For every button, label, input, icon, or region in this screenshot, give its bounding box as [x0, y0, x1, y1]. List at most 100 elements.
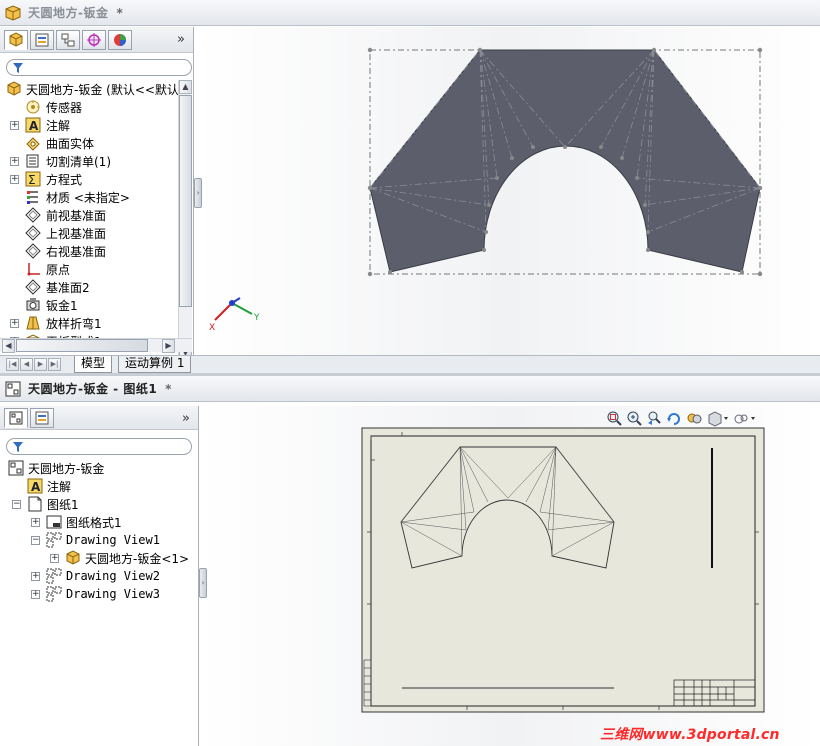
- last-tab-button[interactable]: ▶|: [48, 358, 61, 371]
- drawing-tree-item[interactable]: + Drawing View2: [0, 567, 198, 585]
- feature-tree-root[interactable]: 天圆地方-钣金 (默认<<默认: [0, 80, 179, 98]
- expand-node-button[interactable]: +: [10, 156, 19, 166]
- feature-tree-item[interactable]: + Σ 方程式: [0, 170, 178, 188]
- scroll-up-button[interactable]: ▲: [179, 80, 192, 94]
- drawing-window-titlebar[interactable]: 天圆地方-钣金 - 图纸1 *: [0, 376, 820, 402]
- drawing-tree-item[interactable]: + Drawing View3: [0, 585, 198, 603]
- panel-collapse-handle[interactable]: ›: [194, 178, 202, 208]
- property-manager-icon: [35, 33, 49, 46]
- feature-tree-item[interactable]: 传感器: [0, 98, 178, 116]
- sheet-metal-icon: [26, 298, 40, 311]
- drawing-panel-collapse-handle[interactable]: ›: [199, 568, 207, 598]
- feature-tree-item[interactable]: 原点: [0, 260, 178, 278]
- property-manager-icon: [35, 411, 49, 424]
- drawing-tree-root[interactable]: 天圆地方-钣金: [0, 459, 198, 477]
- tab-model[interactable]: 模型: [74, 356, 113, 373]
- prev-tab-button[interactable]: ◀: [20, 358, 33, 371]
- expand-node-button[interactable]: +: [10, 120, 19, 130]
- expand-node-button[interactable]: +: [50, 553, 59, 563]
- drawing-tree-item[interactable]: + 天圆地方-钣金<1>: [0, 549, 198, 567]
- drawing-tree-item-label: 注解: [47, 479, 72, 494]
- part-window-titlebar[interactable]: 天圆地方-钣金 *: [0, 0, 820, 26]
- expand-node-button[interactable]: +: [31, 589, 40, 599]
- next-tab-button[interactable]: ▶: [34, 358, 47, 371]
- drawing-view-icon: [46, 586, 62, 602]
- rebuild-icon[interactable]: [666, 410, 683, 427]
- plane-icon: [25, 279, 41, 295]
- tab-drawing-property-manager[interactable]: [30, 407, 54, 428]
- feature-tree-item[interactable]: 曲面实体: [0, 134, 178, 152]
- filter-input[interactable]: [6, 59, 192, 76]
- feature-tree-item[interactable]: 材质 <未指定>: [0, 188, 178, 206]
- expand-node-button[interactable]: +: [10, 174, 19, 184]
- drawing-tree-item[interactable]: + 图纸格式1: [0, 513, 198, 531]
- drawing-tree-item[interactable]: − 图纸1: [0, 495, 198, 513]
- drawing-expand-chevron-icon[interactable]: »: [182, 411, 190, 426]
- feature-tree-horizontal-scrollbar[interactable]: ◀ ▶: [0, 338, 192, 353]
- horizontal-scroll-thumb[interactable]: [16, 339, 148, 352]
- drawing-tree-item-label: Drawing View2: [66, 569, 160, 583]
- expand-node-button[interactable]: +: [31, 571, 40, 581]
- feature-tree: 天圆地方-钣金 (默认<<默认 传感器 + A 注解 曲面实体 + 切割清单(1) + Σ 方程式…: [0, 80, 179, 350]
- svg-text:A: A: [31, 480, 41, 494]
- tab-configuration-manager[interactable]: [56, 29, 80, 50]
- scroll-right-button[interactable]: ▶: [162, 339, 175, 353]
- view-settings-dropdown-icon[interactable]: [733, 410, 757, 427]
- drawing-sheet[interactable]: [200, 406, 820, 746]
- sheet-metal-part-model[interactable]: X Y: [195, 27, 820, 355]
- zoom-to-fit-icon[interactable]: [606, 410, 623, 427]
- drawing-graphics-area[interactable]: [200, 406, 820, 746]
- first-tab-button[interactable]: |◀: [6, 358, 19, 371]
- tab-property-manager[interactable]: [30, 29, 54, 50]
- drawing-document-window: 天圆地方-钣金 - 图纸1 * » 天圆地方-钣金 A 注解 − 图纸1 + 图…: [0, 376, 820, 746]
- feature-tree-item[interactable]: 上视基准面: [0, 224, 178, 242]
- feature-tree-item[interactable]: + A 注解: [0, 116, 178, 134]
- feature-tree-item[interactable]: 前视基准面: [0, 206, 178, 224]
- part-icon: [66, 550, 80, 565]
- feature-manager-tabs: »: [0, 27, 193, 53]
- collapse-node-button[interactable]: −: [12, 499, 21, 509]
- svg-text:Σ: Σ: [28, 173, 36, 187]
- drawing-tree-item[interactable]: A 注解: [0, 477, 198, 495]
- drawing-icon: [8, 460, 24, 476]
- feature-tree-item[interactable]: 基准面2: [0, 278, 178, 296]
- previous-view-icon[interactable]: [646, 410, 663, 427]
- drawing-tree-item[interactable]: − Drawing View1: [0, 531, 198, 549]
- feature-tree-vertical-scrollbar[interactable]: ▲ ▼: [178, 80, 192, 362]
- feature-tree-item-label: 前视基准面: [46, 208, 107, 223]
- drawing-tree-item-label: 图纸1: [47, 497, 79, 512]
- feature-tree-item[interactable]: + 放样折弯1: [0, 314, 178, 332]
- drawing-tree-item-label: 图纸格式1: [66, 515, 122, 530]
- watermark-text: 三维网www.3dportal.cn: [600, 727, 780, 743]
- tab-dimxpert-manager[interactable]: [82, 29, 106, 50]
- feature-tree-item-label: 注解: [46, 118, 71, 133]
- drawing-tree-item-label: 天圆地方-钣金<1>: [85, 551, 190, 566]
- collapse-node-button[interactable]: −: [31, 535, 40, 545]
- configuration-manager-icon: [61, 33, 75, 46]
- expand-node-button[interactable]: +: [31, 517, 40, 527]
- tab-motion-study[interactable]: 运动算例 1: [118, 356, 192, 373]
- tab-drawing-feature-manager[interactable]: [4, 407, 28, 428]
- scroll-left-button[interactable]: ◀: [2, 339, 15, 353]
- scroll-thumb[interactable]: [179, 95, 192, 307]
- hide-show-items-icon[interactable]: [686, 410, 703, 427]
- feature-tree-item[interactable]: + 切割清单(1): [0, 152, 178, 170]
- tab-feature-manager[interactable]: [4, 29, 28, 50]
- expand-node-button[interactable]: +: [10, 318, 19, 328]
- expand-panel-chevron-icon[interactable]: »: [177, 32, 185, 47]
- display-style-dropdown-icon[interactable]: [706, 410, 730, 427]
- feature-tree-item[interactable]: 钣金1: [0, 296, 178, 314]
- drawing-filter-input[interactable]: [6, 438, 192, 455]
- feature-tree-item-label: 材质 <未指定>: [46, 190, 130, 205]
- sheet-format-icon: [46, 515, 62, 529]
- filter-icon: [13, 442, 23, 452]
- part-face[interactable]: [369, 49, 761, 273]
- zoom-to-area-icon[interactable]: [626, 410, 643, 427]
- tab-display-manager[interactable]: [108, 29, 132, 50]
- part-graphics-area[interactable]: X Y: [195, 27, 820, 355]
- drawing-root-label: 天圆地方-钣金: [28, 461, 105, 476]
- drawing-tree: 天圆地方-钣金 A 注解 − 图纸1 + 图纸格式1 − Drawing View1 + 天圆地方…: [0, 459, 198, 603]
- dimxpert-icon: [87, 32, 101, 47]
- feature-tree-item-label: 曲面实体: [46, 136, 95, 151]
- feature-tree-item[interactable]: 右视基准面: [0, 242, 178, 260]
